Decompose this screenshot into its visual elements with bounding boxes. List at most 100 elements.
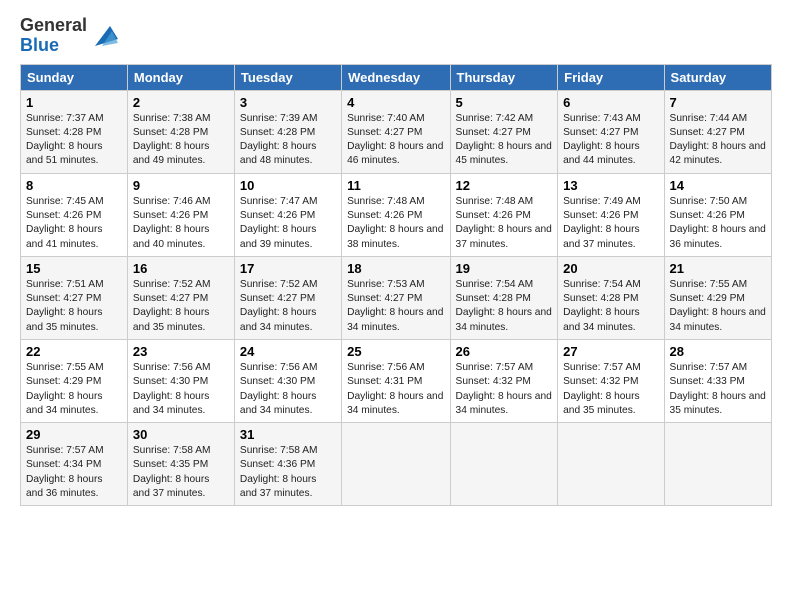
calendar-cell: 16Sunrise: 7:52 AMSunset: 4:27 PMDayligh… bbox=[127, 256, 234, 339]
day-info: Sunrise: 7:52 AMSunset: 4:27 PMDaylight:… bbox=[133, 278, 229, 335]
calendar-cell: 17Sunrise: 7:52 AMSunset: 4:27 PMDayligh… bbox=[234, 256, 341, 339]
calendar-cell bbox=[664, 423, 771, 506]
day-info: Sunrise: 7:39 AMSunset: 4:28 PMDaylight:… bbox=[240, 112, 336, 169]
day-number: 14 bbox=[670, 178, 766, 193]
calendar-cell: 11Sunrise: 7:48 AMSunset: 4:26 PMDayligh… bbox=[342, 173, 450, 256]
calendar-cell: 4Sunrise: 7:40 AMSunset: 4:27 PMDaylight… bbox=[342, 90, 450, 173]
weekday-header-friday: Friday bbox=[558, 64, 664, 90]
calendar-cell: 12Sunrise: 7:48 AMSunset: 4:26 PMDayligh… bbox=[450, 173, 558, 256]
day-info: Sunrise: 7:57 AMSunset: 4:34 PMDaylight:… bbox=[26, 444, 122, 501]
weekday-header-thursday: Thursday bbox=[450, 64, 558, 90]
header: General Blue bbox=[20, 16, 772, 56]
day-number: 9 bbox=[133, 178, 229, 193]
day-number: 20 bbox=[563, 261, 658, 276]
calendar-cell: 13 Sunrise: 7:49 AMSunset: 4:26 PMDayligh… bbox=[558, 173, 664, 256]
calendar-cell: 7 Sunrise: 7:44 AMSunset: 4:27 PMDaylight… bbox=[664, 90, 771, 173]
calendar-cell: 26 Sunrise: 7:57 AMSunset: 4:32 PMDayligh… bbox=[450, 339, 558, 422]
weekday-header-sunday: Sunday bbox=[21, 64, 128, 90]
day-info: Sunrise: 7:54 AMSunset: 4:28 PMDaylight:… bbox=[563, 278, 658, 335]
page: General Blue SundayMondayTuesdayWednesda… bbox=[0, 0, 792, 516]
day-info: Sunrise: 7:43 AMSunset: 4:27 PMDaylight:… bbox=[563, 112, 658, 169]
day-info: Sunrise: 7:47 AMSunset: 4:26 PMDaylight:… bbox=[240, 195, 336, 252]
day-number: 19 bbox=[456, 261, 553, 276]
day-info: Sunrise: 7:58 AMSunset: 4:36 PMDaylight:… bbox=[240, 444, 336, 501]
day-info: Sunrise: 7:44 AMSunset: 4:27 PMDaylight:… bbox=[670, 112, 766, 169]
day-number: 24 bbox=[240, 344, 336, 359]
calendar-cell: 15Sunrise: 7:51 AMSunset: 4:27 PMDayligh… bbox=[21, 256, 128, 339]
day-info: Sunrise: 7:55 AMSunset: 4:29 PMDaylight:… bbox=[670, 278, 766, 335]
day-info: Sunrise: 7:42 AMSunset: 4:27 PMDaylight:… bbox=[456, 112, 553, 169]
day-number: 11 bbox=[347, 178, 444, 193]
day-number: 26 bbox=[456, 344, 553, 359]
day-number: 21 bbox=[670, 261, 766, 276]
calendar-cell: 18 Sunrise: 7:53 AMSunset: 4:27 PMDayligh… bbox=[342, 256, 450, 339]
day-info: Sunrise: 7:55 AMSunset: 4:29 PMDaylight:… bbox=[26, 361, 122, 418]
day-number: 31 bbox=[240, 427, 336, 442]
day-info: Sunrise: 7:50 AMSunset: 4:26 PMDaylight:… bbox=[670, 195, 766, 252]
week-row-5: 29 Sunrise: 7:57 AMSunset: 4:34 PMDayligh… bbox=[21, 423, 772, 506]
calendar-cell: 5 Sunrise: 7:42 AMSunset: 4:27 PMDaylight… bbox=[450, 90, 558, 173]
logo-blue: Blue bbox=[20, 35, 59, 55]
day-number: 23 bbox=[133, 344, 229, 359]
day-number: 12 bbox=[456, 178, 553, 193]
day-info: Sunrise: 7:56 AMSunset: 4:30 PMDaylight:… bbox=[133, 361, 229, 418]
day-number: 22 bbox=[26, 344, 122, 359]
logo-general: General bbox=[20, 15, 87, 35]
day-info: Sunrise: 7:56 AMSunset: 4:31 PMDaylight:… bbox=[347, 361, 444, 418]
week-row-3: 15Sunrise: 7:51 AMSunset: 4:27 PMDayligh… bbox=[21, 256, 772, 339]
calendar-cell bbox=[558, 423, 664, 506]
day-info: Sunrise: 7:37 AMSunset: 4:28 PMDaylight:… bbox=[26, 112, 122, 169]
day-info: Sunrise: 7:57 AMSunset: 4:33 PMDaylight:… bbox=[670, 361, 766, 418]
calendar-cell: 31 Sunrise: 7:58 AMSunset: 4:36 PMDayligh… bbox=[234, 423, 341, 506]
day-number: 6 bbox=[563, 95, 658, 110]
day-number: 2 bbox=[133, 95, 229, 110]
calendar-cell: 20 Sunrise: 7:54 AMSunset: 4:28 PMDayligh… bbox=[558, 256, 664, 339]
day-number: 5 bbox=[456, 95, 553, 110]
calendar-cell: 22 Sunrise: 7:55 AMSunset: 4:29 PMDayligh… bbox=[21, 339, 128, 422]
week-row-2: 8Sunrise: 7:45 AMSunset: 4:26 PMDaylight… bbox=[21, 173, 772, 256]
day-number: 27 bbox=[563, 344, 658, 359]
day-info: Sunrise: 7:57 AMSunset: 4:32 PMDaylight:… bbox=[456, 361, 553, 418]
calendar-table: SundayMondayTuesdayWednesdayThursdayFrid… bbox=[20, 64, 772, 507]
day-number: 10 bbox=[240, 178, 336, 193]
day-info: Sunrise: 7:58 AMSunset: 4:35 PMDaylight:… bbox=[133, 444, 229, 501]
day-info: Sunrise: 7:57 AMSunset: 4:32 PMDaylight:… bbox=[563, 361, 658, 418]
day-number: 29 bbox=[26, 427, 122, 442]
logo: General Blue bbox=[20, 16, 120, 56]
day-info: Sunrise: 7:54 AMSunset: 4:28 PMDaylight:… bbox=[456, 278, 553, 335]
day-number: 28 bbox=[670, 344, 766, 359]
calendar-cell: 2 Sunrise: 7:38 AMSunset: 4:28 PMDaylight… bbox=[127, 90, 234, 173]
day-number: 13 bbox=[563, 178, 658, 193]
calendar-cell: 9Sunrise: 7:46 AMSunset: 4:26 PMDaylight… bbox=[127, 173, 234, 256]
calendar-cell bbox=[450, 423, 558, 506]
calendar-cell: 29 Sunrise: 7:57 AMSunset: 4:34 PMDayligh… bbox=[21, 423, 128, 506]
calendar-cell bbox=[342, 423, 450, 506]
calendar-cell: 23 Sunrise: 7:56 AMSunset: 4:30 PMDayligh… bbox=[127, 339, 234, 422]
calendar-cell: 21 Sunrise: 7:55 AMSunset: 4:29 PMDayligh… bbox=[664, 256, 771, 339]
logo-text: General Blue bbox=[20, 16, 87, 56]
day-number: 3 bbox=[240, 95, 336, 110]
day-number: 18 bbox=[347, 261, 444, 276]
calendar-cell: 14 Sunrise: 7:50 AMSunset: 4:26 PMDayligh… bbox=[664, 173, 771, 256]
day-number: 30 bbox=[133, 427, 229, 442]
weekday-header-tuesday: Tuesday bbox=[234, 64, 341, 90]
calendar-cell: 30 Sunrise: 7:58 AMSunset: 4:35 PMDayligh… bbox=[127, 423, 234, 506]
week-row-1: 1Sunrise: 7:37 AMSunset: 4:28 PMDaylight… bbox=[21, 90, 772, 173]
calendar-cell: 10 Sunrise: 7:47 AMSunset: 4:26 PMDayligh… bbox=[234, 173, 341, 256]
day-number: 4 bbox=[347, 95, 444, 110]
calendar-cell: 27 Sunrise: 7:57 AMSunset: 4:32 PMDayligh… bbox=[558, 339, 664, 422]
logo-icon bbox=[90, 21, 120, 51]
day-info: Sunrise: 7:53 AMSunset: 4:27 PMDaylight:… bbox=[347, 278, 444, 335]
weekday-header-saturday: Saturday bbox=[664, 64, 771, 90]
day-number: 7 bbox=[670, 95, 766, 110]
calendar-cell: 19 Sunrise: 7:54 AMSunset: 4:28 PMDayligh… bbox=[450, 256, 558, 339]
calendar-cell: 1Sunrise: 7:37 AMSunset: 4:28 PMDaylight… bbox=[21, 90, 128, 173]
weekday-header-monday: Monday bbox=[127, 64, 234, 90]
day-info: Sunrise: 7:56 AMSunset: 4:30 PMDaylight:… bbox=[240, 361, 336, 418]
calendar-cell: 24 Sunrise: 7:56 AMSunset: 4:30 PMDayligh… bbox=[234, 339, 341, 422]
day-info: Sunrise: 7:52 AMSunset: 4:27 PMDaylight:… bbox=[240, 278, 336, 335]
day-number: 8 bbox=[26, 178, 122, 193]
day-number: 15 bbox=[26, 261, 122, 276]
day-info: Sunrise: 7:49 AMSunset: 4:26 PMDaylight:… bbox=[563, 195, 658, 252]
day-info: Sunrise: 7:38 AMSunset: 4:28 PMDaylight:… bbox=[133, 112, 229, 169]
